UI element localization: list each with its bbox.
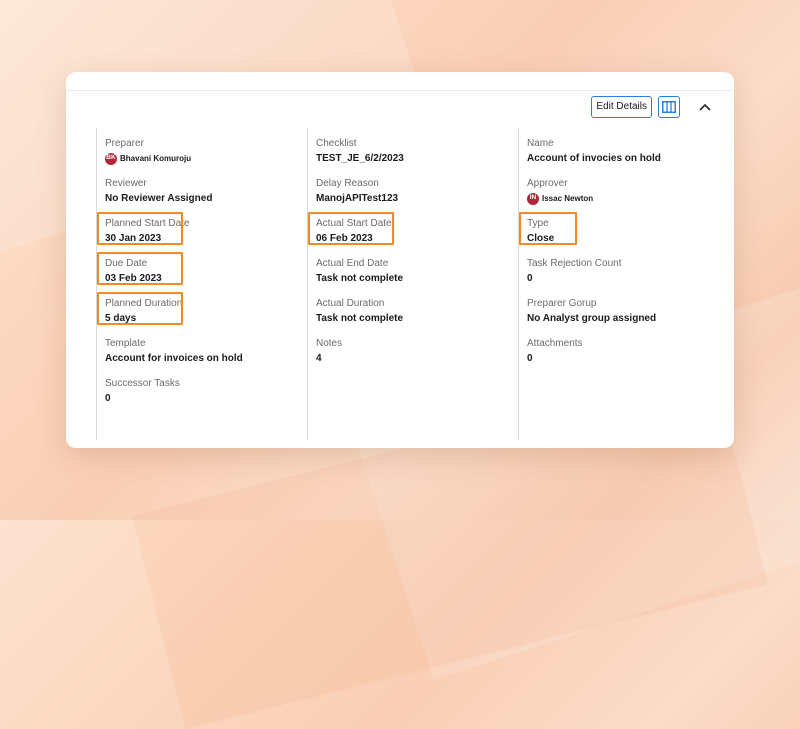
columns-button[interactable] (658, 96, 680, 118)
field-label: Delay Reason (316, 178, 379, 189)
details-column-2: Checklist TEST_JE_6/2/2023 Delay Reason … (307, 128, 518, 440)
field-template: Template Account for invoices on hold (105, 338, 300, 365)
task-details-card: Edit Details Preparer BK Bhavani Komuroj… (66, 72, 734, 448)
approver-name[interactable]: Issac Newton (542, 192, 593, 205)
field-label: Name (527, 138, 554, 149)
field-value: 0 (105, 393, 111, 404)
field-label: Preparer Gorup (527, 298, 597, 309)
field-value: Account for invoices on hold (105, 353, 243, 364)
field-label: Actual Duration (316, 298, 385, 309)
field-label: Notes (316, 338, 343, 349)
preparer-name[interactable]: Bhavani Komuroju (120, 152, 191, 165)
field-preparer-group: Preparer Gorup No Analyst group assigned (527, 298, 722, 325)
field-attachments: Attachments 0 (527, 338, 722, 365)
field-task-rejection-count: Task Rejection Count 0 (527, 258, 722, 285)
divider (66, 90, 734, 91)
field-label: Task Rejection Count (527, 258, 622, 269)
chevron-up-icon (699, 103, 711, 111)
field-name: Name Account of invocies on hold (527, 138, 722, 165)
field-preparer: Preparer BK Bhavani Komuroju (105, 138, 300, 165)
field-value: TEST_JE_6/2/2023 (316, 153, 404, 164)
field-value: BK Bhavani Komuroju (105, 152, 300, 165)
field-notes: Notes 4 (316, 338, 511, 365)
field-value: Account of invocies on hold (527, 153, 661, 164)
field-label: Reviewer (105, 178, 147, 189)
collapse-button[interactable] (694, 96, 716, 118)
avatar: BK (105, 152, 117, 165)
field-label: Actual End Date (316, 258, 389, 269)
field-value: Task not complete (316, 273, 404, 284)
field-value: No Analyst group assigned (527, 313, 657, 324)
field-value: No Reviewer Assigned (105, 193, 213, 204)
field-label: Preparer (105, 138, 144, 149)
columns-icon (662, 101, 676, 113)
field-value[interactable]: 4 (316, 352, 511, 365)
field-actual-duration: Actual Duration Task not complete (316, 298, 511, 325)
field-delay-reason: Delay Reason ManojAPITest123 (316, 178, 511, 205)
field-actual-end-date: Actual End Date Task not complete (316, 258, 511, 285)
highlight-due-date (97, 252, 183, 285)
field-successor-tasks: Successor Tasks 0 (105, 378, 300, 405)
field-label: Checklist (316, 138, 357, 149)
highlight-type (519, 212, 577, 245)
highlight-actual-start-date (308, 212, 394, 245)
edit-details-button[interactable]: Edit Details (591, 96, 652, 118)
avatar: IN (527, 192, 539, 205)
field-label: Approver (527, 178, 568, 189)
highlight-planned-duration (97, 292, 183, 325)
field-value: 0 (527, 273, 533, 284)
field-approver: Approver IN Issac Newton (527, 178, 722, 205)
field-value: IN Issac Newton (527, 192, 722, 205)
field-value[interactable]: 0 (527, 352, 722, 365)
field-label: Successor Tasks (105, 378, 180, 389)
field-value: ManojAPITest123 (316, 193, 399, 204)
field-label: Attachments (527, 338, 583, 349)
field-value: Task not complete (316, 313, 404, 324)
highlight-planned-start-date (97, 212, 183, 245)
field-checklist: Checklist TEST_JE_6/2/2023 (316, 138, 511, 165)
field-reviewer: Reviewer No Reviewer Assigned (105, 178, 300, 205)
field-label: Template (105, 338, 146, 349)
details-column-3: Name Account of invocies on hold Approve… (518, 128, 729, 440)
header-actions: Edit Details (591, 96, 716, 118)
